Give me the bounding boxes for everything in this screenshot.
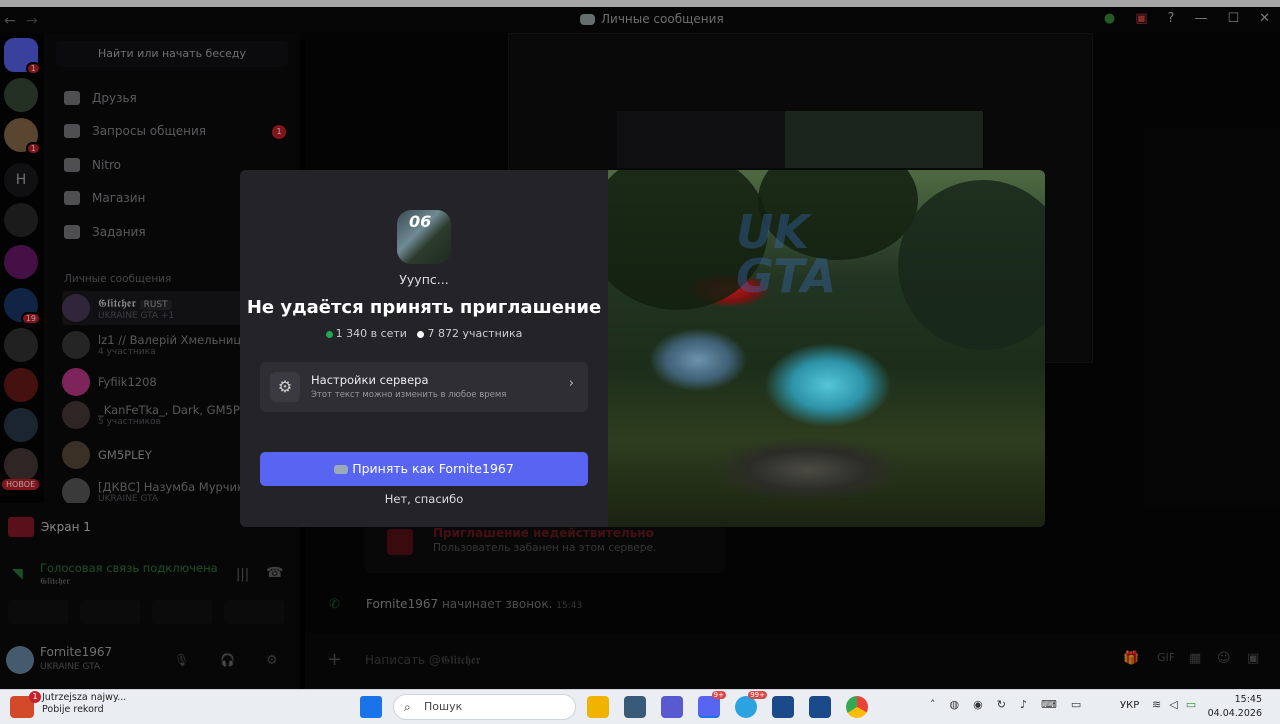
server-icon: 06	[397, 210, 451, 264]
app-icon[interactable]	[809, 696, 831, 718]
members-dot-icon	[417, 330, 425, 338]
tray-icon[interactable]: ◍	[950, 698, 960, 711]
online-dot-icon	[325, 330, 333, 338]
teams-icon[interactable]	[661, 696, 683, 718]
invite-modal-content: 06 Ууупс... Не удаётся принять приглашен…	[240, 170, 608, 527]
app-icon[interactable]	[624, 696, 646, 718]
display-icon[interactable]: ▭	[1071, 698, 1081, 711]
mic-tray-icon[interactable]: ♪	[1020, 698, 1027, 711]
discord-taskbar-icon[interactable]: 9+	[698, 691, 726, 718]
watermark-logo: UK GTA	[736, 205, 837, 303]
system-tray: ˄ ◍ ◉ ↻ ♪ ⌨ ▭	[930, 698, 1081, 711]
clock[interactable]: 15:45 04.04.2026	[1208, 693, 1262, 721]
app-icon[interactable]	[772, 696, 794, 718]
user-avatar-icon	[334, 465, 349, 474]
invite-modal: 06 Ууупс... Не удаётся принять приглашен…	[240, 170, 1045, 527]
server-stats: 1 340 в сети 7 872 участника	[240, 327, 608, 340]
server-settings-card[interactable]: ⚙ Настройки сервера Этот текст можно изм…	[260, 362, 588, 412]
battery-icon[interactable]: ▭	[1186, 698, 1196, 711]
accept-invite-button[interactable]: Принять как Fornite1967	[260, 452, 588, 486]
chevron-right-icon: ›	[568, 376, 574, 391]
volume-icon[interactable]: ◁	[1169, 698, 1177, 711]
start-button[interactable]	[360, 696, 382, 718]
chrome-icon[interactable]	[846, 696, 868, 718]
taskbar-search[interactable]: ⌕ Пошук	[393, 694, 576, 720]
tray-icon[interactable]: ↻	[997, 698, 1006, 711]
gear-icon: ⚙	[270, 372, 300, 402]
oops-text: Ууупс...	[399, 272, 449, 287]
weather-widget[interactable]: Jutrzejsza najwy... Pobije rekord	[42, 692, 126, 716]
server-banner-image: UK GTA	[608, 170, 1045, 527]
chevron-up-icon[interactable]: ˄	[930, 698, 936, 711]
tray-icon[interactable]: ◉	[973, 698, 983, 711]
decline-button[interactable]: Нет, спасибо	[240, 492, 608, 506]
file-explorer-icon[interactable]	[587, 696, 609, 718]
modal-heading: Не удаётся принять приглашение	[246, 297, 602, 318]
keyboard-icon[interactable]: ⌨	[1041, 698, 1057, 711]
search-icon: ⌕	[404, 700, 411, 714]
wifi-icon[interactable]: ≋	[1152, 698, 1161, 711]
language-indicator[interactable]: УКР	[1120, 700, 1139, 711]
telegram-icon[interactable]: 99+	[735, 691, 767, 718]
taskbar: 1 Jutrzejsza najwy... Pobije rekord ⌕ Пошу…	[0, 689, 1280, 724]
